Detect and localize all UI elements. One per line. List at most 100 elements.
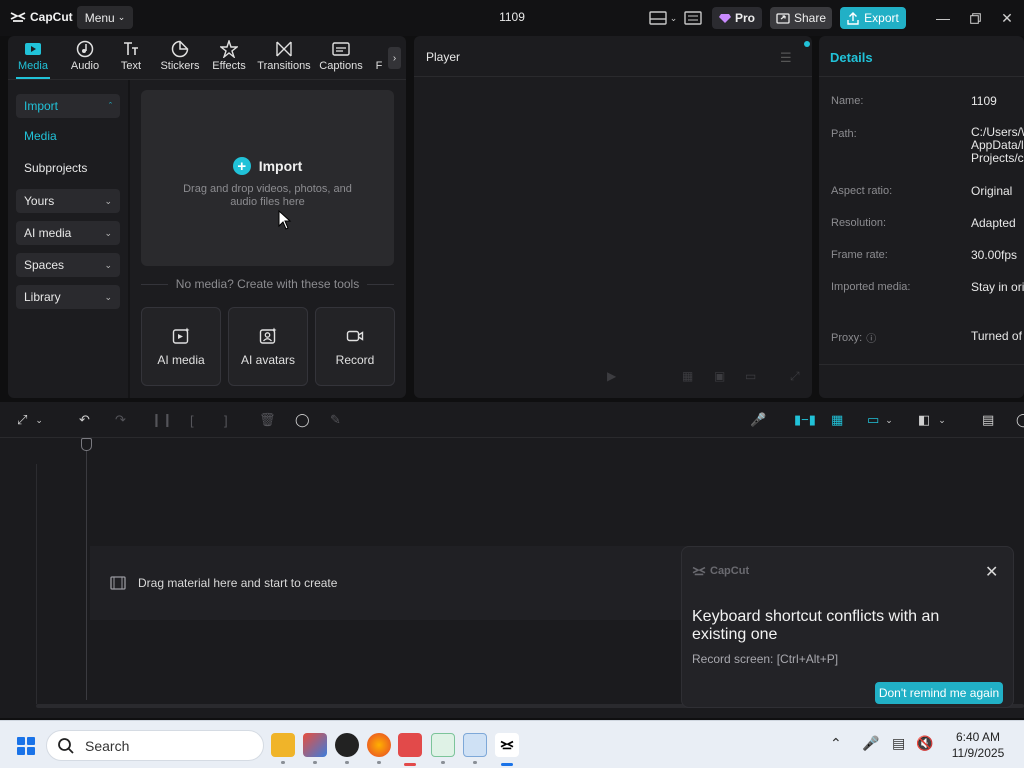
preview-axis-button[interactable]: ◧ ⌄: [918, 411, 946, 429]
sidenav-subprojects[interactable]: Subprojects: [16, 156, 120, 180]
screen-recorder-icon[interactable]: [398, 733, 422, 757]
search-placeholder: Search: [85, 737, 130, 754]
sidenav-import[interactable]: Import ˆ: [16, 94, 120, 118]
toast-close-button[interactable]: ✕: [985, 562, 998, 582]
trim-right-button[interactable]: ]: [224, 411, 228, 429]
hamburger-icon[interactable]: ☰: [780, 50, 792, 66]
tab-filters[interactable]: F: [374, 40, 384, 76]
running-indicator: [313, 761, 317, 764]
share-icon: [776, 13, 790, 24]
running-indicator: [281, 761, 285, 764]
snapshot-button[interactable]: ▣: [714, 369, 725, 383]
taskbar-clock[interactable]: 6:40 AM 11/9/2025: [940, 729, 1016, 761]
detail-label: Imported media:: [831, 281, 911, 293]
network-button[interactable]: ▤: [892, 735, 905, 752]
tab-audio[interactable]: Audio: [68, 40, 102, 76]
detail-value: Stay in ori: [971, 280, 1024, 294]
running-indicator: [473, 761, 477, 764]
tab-transitions[interactable]: Transitions: [257, 40, 311, 76]
sidenav-media[interactable]: Media: [16, 124, 120, 148]
redo-button[interactable]: ↷: [115, 411, 126, 429]
sidenav-yours[interactable]: Yours ⌄: [16, 189, 120, 213]
split-button[interactable]: ❙❙: [151, 411, 173, 429]
diamond-icon: [718, 13, 731, 23]
quality-button[interactable]: ▦: [682, 369, 693, 383]
zoom-button[interactable]: ◯: [1016, 411, 1024, 429]
tab-label: Effects: [212, 60, 246, 72]
main-track-magnet-button[interactable]: ▮−▮: [794, 411, 816, 429]
tab-stickers[interactable]: Stickers: [160, 40, 200, 76]
tab-label: F: [375, 60, 383, 72]
layout-icon: [649, 11, 667, 25]
sidenav-ai-media[interactable]: AI media ⌄: [16, 221, 120, 245]
microphone-tray-button[interactable]: 🎤: [862, 735, 879, 752]
ai-avatars-card[interactable]: AI avatars: [228, 307, 308, 386]
capcut-taskbar-icon[interactable]: [495, 733, 519, 757]
detail-label: Path:: [831, 128, 857, 140]
firefox-icon[interactable]: [367, 733, 391, 757]
app-grid-icon[interactable]: [303, 733, 327, 757]
windows-start-button[interactable]: [17, 737, 35, 755]
tabs-scroll-right-button[interactable]: ›: [388, 47, 401, 69]
record-icon: [346, 330, 364, 341]
sidenav-library[interactable]: Library ⌄: [16, 285, 120, 309]
chevron-down-icon: ⌄: [117, 12, 126, 22]
dont-remind-button[interactable]: Don't remind me again: [875, 682, 1003, 704]
tab-text[interactable]: Text: [118, 40, 144, 76]
tool-label: AI media: [157, 352, 205, 367]
active-indicator: [501, 763, 513, 766]
capcut-logo: CapCut: [10, 10, 73, 24]
obs-icon[interactable]: [335, 733, 359, 757]
media-panel: Media Audio Text Stickers Effects Transi…: [8, 36, 406, 398]
playhead-handle[interactable]: [81, 438, 92, 451]
taskbar-search[interactable]: Search: [46, 730, 264, 761]
select-tool-button[interactable]: ⤢ ⌄: [17, 411, 43, 429]
windows-logo-icon: [27, 747, 35, 755]
share-button[interactable]: Share: [770, 7, 832, 29]
fullscreen-button[interactable]: ⤢: [790, 369, 800, 384]
ratio-button[interactable]: ▭: [745, 369, 756, 383]
running-indicator: [441, 761, 445, 764]
volume-button[interactable]: 🔇: [916, 735, 933, 752]
marker-button[interactable]: ◯: [295, 411, 310, 429]
minimize-button[interactable]: —: [933, 8, 953, 28]
microphone-icon: 🎤: [862, 735, 880, 751]
tab-media[interactable]: Media: [16, 40, 50, 76]
capcut-logo-icon: [692, 566, 706, 576]
file-explorer-icon[interactable]: [271, 733, 295, 757]
close-button[interactable]: ✕: [997, 8, 1017, 28]
record-audio-button[interactable]: 🎤: [750, 411, 766, 429]
edit-tool-button[interactable]: ✎: [330, 411, 341, 429]
export-button[interactable]: Export: [840, 7, 906, 29]
import-button[interactable]: + Import: [141, 157, 394, 175]
tab-effects[interactable]: Effects: [211, 40, 247, 76]
trim-left-button[interactable]: [: [190, 411, 194, 429]
tab-captions[interactable]: Captions: [318, 40, 364, 76]
auto-snap-button[interactable]: ▦: [831, 411, 843, 429]
pro-button[interactable]: Pro: [712, 7, 762, 29]
network-icon: ▤: [892, 735, 906, 751]
playhead[interactable]: [86, 438, 87, 700]
sidenav-spaces[interactable]: Spaces ⌄: [16, 253, 120, 277]
help-icon[interactable]: ⓘ: [866, 330, 876, 345]
layout-button[interactable]: ⌄: [646, 8, 680, 28]
export-label: Export: [864, 11, 899, 25]
capcut-logo-icon: [10, 12, 26, 22]
record-card[interactable]: Record: [315, 307, 395, 386]
notepad-icon[interactable]: [463, 733, 487, 757]
restore-button[interactable]: [965, 8, 985, 28]
minimize-icon: —: [936, 10, 950, 26]
linkage-button[interactable]: ▭ ⌄: [867, 411, 893, 429]
tool-label: AI avatars: [240, 352, 296, 367]
shortcuts-button[interactable]: [683, 8, 703, 28]
menu-button[interactable]: Menu ⌄: [77, 6, 133, 29]
delete-button[interactable]: 🗑: [259, 411, 276, 429]
caption-button[interactable]: ▤: [982, 411, 994, 429]
show-hidden-icons-button[interactable]: ⌃: [830, 735, 842, 752]
terminal-icon[interactable]: [431, 733, 455, 757]
ai-media-card[interactable]: AI media: [141, 307, 221, 386]
import-dropzone[interactable]: + Import Drag and drop videos, photos, a…: [141, 90, 394, 266]
play-button[interactable]: ▶: [607, 369, 616, 383]
sidenav-label: Yours: [24, 194, 55, 208]
undo-button[interactable]: ↶: [79, 411, 90, 429]
